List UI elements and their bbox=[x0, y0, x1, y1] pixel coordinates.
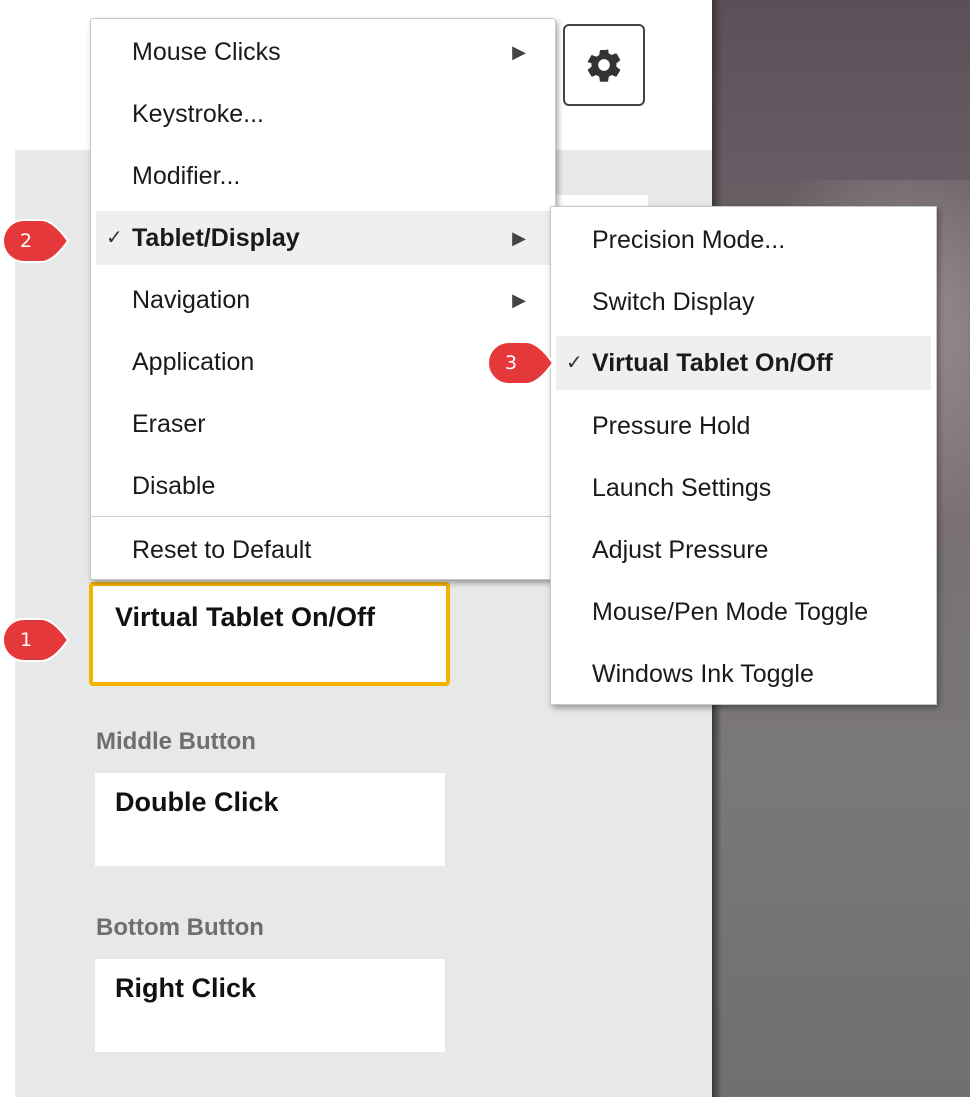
menu-item-keystroke[interactable]: Keystroke... bbox=[96, 87, 550, 141]
submenu-item-label: Virtual Tablet On/Off bbox=[592, 349, 833, 377]
settings-button[interactable] bbox=[563, 24, 645, 106]
submenu-item-label: Mouse/Pen Mode Toggle bbox=[592, 598, 869, 626]
menu-item-label: Mouse Clicks bbox=[132, 38, 281, 66]
menu-item-label: Eraser bbox=[132, 410, 206, 438]
menu-item-tablet-display[interactable]: ✓ Tablet/Display ▶ bbox=[96, 211, 550, 265]
menu-item-eraser[interactable]: Eraser bbox=[96, 397, 550, 451]
submenu-item-launch-settings[interactable]: Launch Settings bbox=[556, 461, 931, 515]
check-icon: ✓ bbox=[106, 227, 123, 249]
menu-divider bbox=[91, 516, 555, 517]
submenu-item-switch-display[interactable]: Switch Display bbox=[556, 275, 931, 329]
menu-item-label: Application bbox=[132, 348, 255, 376]
middle-button-field[interactable]: Double Click bbox=[95, 773, 445, 866]
menu-item-label: Navigation bbox=[132, 286, 251, 314]
menu-item-navigation[interactable]: Navigation ▶ bbox=[96, 273, 550, 327]
submenu-arrow-icon: ▶ bbox=[512, 290, 526, 310]
menu-item-label: Modifier... bbox=[132, 162, 241, 190]
middle-button-label: Middle Button bbox=[96, 728, 256, 755]
menu-item-label: Keystroke... bbox=[132, 100, 264, 128]
bottom-button-field[interactable]: Right Click bbox=[95, 959, 445, 1052]
function-menu: Mouse Clicks ▶ Keystroke... Modifier... … bbox=[90, 18, 556, 580]
submenu-item-label: Windows Ink Toggle bbox=[592, 660, 814, 688]
callout-1: 1 bbox=[2, 618, 70, 662]
top-button-field[interactable]: Virtual Tablet On/Off bbox=[89, 582, 450, 686]
submenu-item-label: Adjust Pressure bbox=[592, 536, 769, 564]
menu-item-mouse-clicks[interactable]: Mouse Clicks ▶ bbox=[96, 25, 550, 79]
submenu-item-windows-ink-toggle[interactable]: Windows Ink Toggle bbox=[556, 647, 931, 701]
gear-icon bbox=[587, 49, 621, 82]
submenu-item-pressure-hold[interactable]: Pressure Hold bbox=[556, 399, 931, 453]
callout-3: 3 bbox=[487, 341, 555, 385]
menu-item-label: Reset to Default bbox=[132, 536, 312, 564]
menu-item-application[interactable]: Application bbox=[96, 335, 550, 389]
check-icon: ✓ bbox=[566, 352, 583, 374]
submenu-item-label: Switch Display bbox=[592, 288, 755, 316]
submenu-item-mouse-pen-toggle[interactable]: Mouse/Pen Mode Toggle bbox=[556, 585, 931, 639]
menu-item-label: Tablet/Display bbox=[132, 224, 300, 252]
bottom-button-value: Right Click bbox=[115, 973, 257, 1003]
submenu-item-adjust-pressure[interactable]: Adjust Pressure bbox=[556, 523, 931, 577]
submenu-arrow-icon: ▶ bbox=[512, 228, 526, 248]
submenu-item-label: Precision Mode... bbox=[592, 226, 786, 254]
menu-item-modifier[interactable]: Modifier... bbox=[96, 149, 550, 203]
submenu-item-precision-mode[interactable]: Precision Mode... bbox=[556, 213, 931, 267]
submenu-item-virtual-tablet[interactable]: ✓ Virtual Tablet On/Off bbox=[556, 336, 931, 390]
tablet-display-submenu: Precision Mode... Switch Display ✓ Virtu… bbox=[550, 206, 937, 705]
menu-item-disable[interactable]: Disable bbox=[96, 459, 550, 513]
menu-item-reset-to-default[interactable]: Reset to Default bbox=[96, 523, 550, 577]
submenu-item-label: Pressure Hold bbox=[592, 412, 751, 440]
submenu-arrow-icon: ▶ bbox=[512, 42, 526, 62]
bottom-button-label: Bottom Button bbox=[96, 914, 264, 941]
top-button-value: Virtual Tablet On/Off bbox=[115, 602, 376, 632]
submenu-item-label: Launch Settings bbox=[592, 474, 772, 502]
callout-number: 3 bbox=[504, 352, 518, 374]
middle-button-value: Double Click bbox=[115, 787, 279, 817]
callout-2: 2 bbox=[2, 219, 70, 263]
callout-number: 1 bbox=[19, 629, 33, 651]
menu-item-label: Disable bbox=[132, 472, 216, 500]
callout-number: 2 bbox=[19, 230, 33, 252]
